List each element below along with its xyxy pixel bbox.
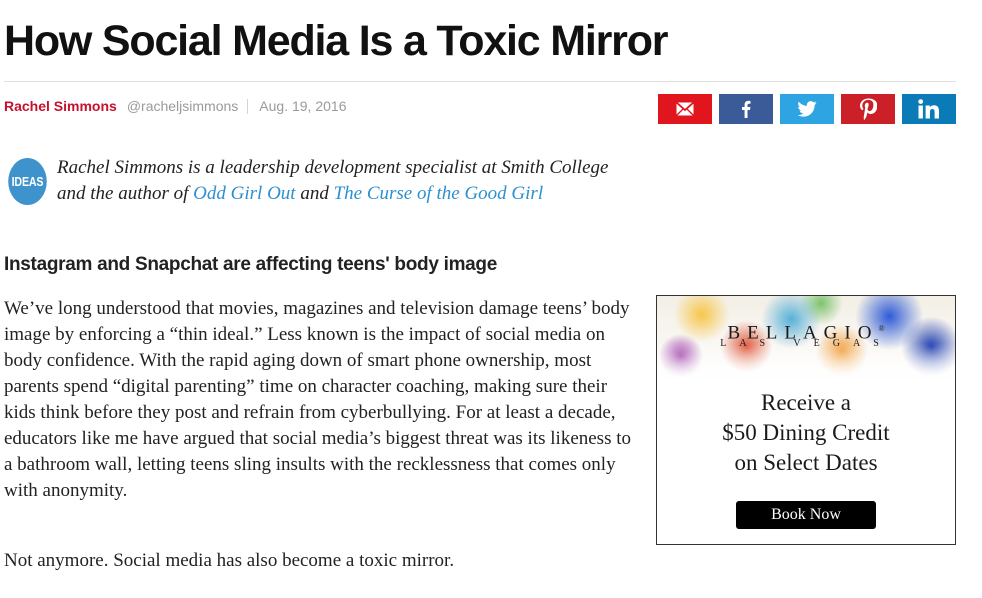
- byline: Rachel Simmons @racheljsimmons Aug. 19, …: [4, 96, 346, 116]
- share-linkedin-button[interactable]: [902, 94, 956, 124]
- ad-headline-line: $50 Dining Credit: [722, 420, 890, 445]
- ad-headline-line: on Select Dates: [734, 450, 878, 475]
- body-paragraph: We’ve long understood that movies, magaz…: [4, 298, 631, 501]
- byline-separator: [247, 98, 249, 114]
- share-email-button[interactable]: [658, 94, 712, 124]
- body-paragraph: Not anymore. Social media has also becom…: [4, 550, 455, 571]
- odd-girl-out-link[interactable]: Odd Girl Out: [193, 183, 295, 204]
- facebook-icon: [742, 100, 751, 118]
- envelope-icon: [676, 102, 694, 116]
- share-facebook-button[interactable]: [719, 94, 773, 124]
- advertisement[interactable]: BELLAGIO® LAS VEGAS Receive a $50 Dining…: [656, 295, 956, 545]
- intro-conjunction: and: [295, 183, 334, 204]
- share-pinterest-button[interactable]: [841, 94, 895, 124]
- share-twitter-button[interactable]: [780, 94, 834, 124]
- twitter-icon: [797, 101, 817, 117]
- article-subheadline: Instagram and Snapchat are affecting tee…: [4, 254, 498, 275]
- headline-divider: [4, 81, 956, 82]
- curse-of-good-girl-link[interactable]: The Curse of the Good Girl: [334, 183, 544, 204]
- ad-headline-line: Receive a: [760, 390, 852, 415]
- ad-book-now-button[interactable]: Book Now: [736, 501, 876, 529]
- article-headline: How Social Media Is a Toxic Mirror: [4, 17, 669, 65]
- pinterest-icon: [860, 98, 877, 120]
- linkedin-icon: [918, 99, 939, 119]
- author-twitter-handle[interactable]: @racheljsimmons: [127, 96, 238, 116]
- ad-brand-location: LAS VEGAS: [720, 338, 892, 349]
- publish-date: Aug. 19, 2016: [259, 98, 347, 114]
- author-link[interactable]: Rachel Simmons: [4, 96, 117, 116]
- author-intro: Rachel Simmons is a leadership developme…: [4, 155, 634, 207]
